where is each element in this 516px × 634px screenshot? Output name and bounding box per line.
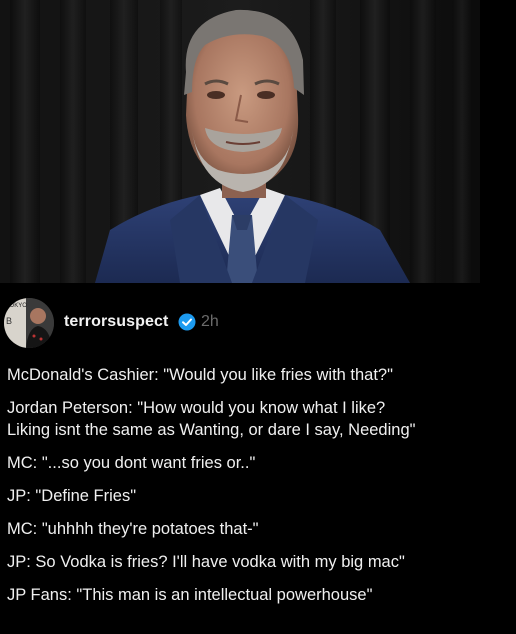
- post-line: Jordan Peterson: "How would you know wha…: [7, 399, 386, 417]
- avatar-text-side: B: [6, 316, 12, 326]
- post-line: JP Fans: "This man is an intellectual po…: [7, 586, 373, 604]
- post-photo: [0, 0, 480, 283]
- avatar-text-top: TOKYO: [6, 303, 27, 309]
- avatar[interactable]: TOKYO B: [4, 298, 54, 348]
- post-line: Liking isnt the same as Wanting, or dare…: [7, 421, 416, 439]
- photo-portrait: [0, 0, 480, 283]
- post-body: McDonald's Cashier: "Would you like frie…: [7, 364, 507, 617]
- verified-badge-icon: [178, 313, 196, 331]
- post-line: JP: So Vodka is fries? I'll have vodka w…: [7, 553, 405, 571]
- post-timestamp: 2h: [201, 313, 219, 330]
- post-line: JP: "Define Fries": [7, 487, 137, 505]
- post-line: MC: "uhhhh they're potatoes that-": [7, 520, 259, 538]
- post-header: TOKYO B terrorsuspect 2h: [0, 298, 516, 350]
- post-line: McDonald's Cashier: "Would you like frie…: [7, 366, 393, 384]
- username[interactable]: terrorsuspect: [64, 313, 168, 331]
- avatar-image: TOKYO B: [4, 298, 54, 348]
- post-line: MC: "...so you dont want fries or..": [7, 454, 256, 472]
